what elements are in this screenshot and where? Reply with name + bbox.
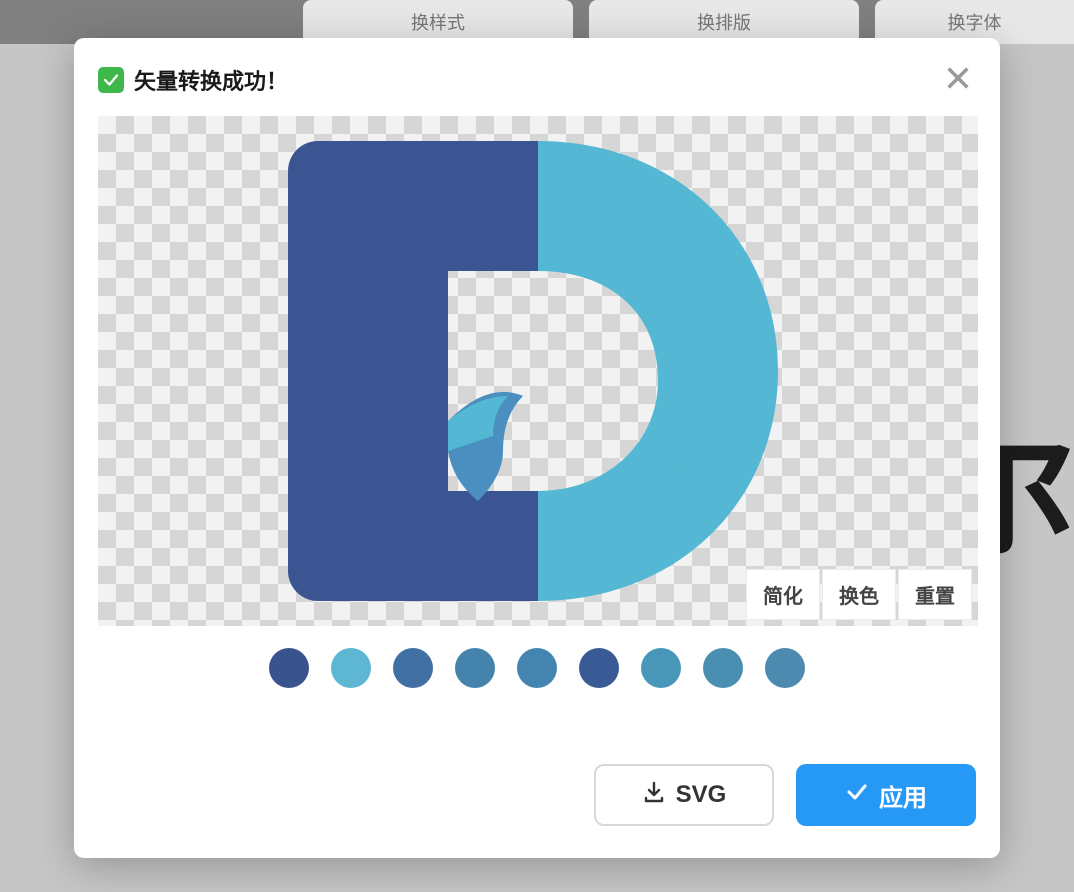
- bg-tab-label: 换排版: [697, 9, 751, 35]
- download-svg-button[interactable]: SVG: [594, 764, 774, 826]
- success-check-icon: [98, 67, 124, 93]
- color-swatch[interactable]: [393, 648, 433, 688]
- recolor-button[interactable]: 换色: [822, 569, 896, 620]
- apply-label: 应用: [879, 778, 927, 813]
- vector-result-modal: 矢量转换成功！ 简化 换色: [74, 38, 1000, 858]
- reset-button[interactable]: 重置: [898, 569, 972, 620]
- modal-title-wrap: 矢量转换成功！: [98, 64, 288, 96]
- bg-tab-label: 换样式: [411, 9, 465, 35]
- apply-button[interactable]: 应用: [796, 764, 976, 826]
- color-swatch[interactable]: [703, 648, 743, 688]
- color-swatch[interactable]: [455, 648, 495, 688]
- download-icon: [642, 780, 666, 811]
- close-button[interactable]: [940, 62, 976, 98]
- color-swatch[interactable]: [579, 648, 619, 688]
- color-swatch[interactable]: [331, 648, 371, 688]
- color-swatch[interactable]: [269, 648, 309, 688]
- preview-canvas: 简化 换色 重置: [98, 116, 978, 626]
- modal-title: 矢量转换成功！: [134, 64, 288, 96]
- modal-header: 矢量转换成功！: [98, 62, 976, 98]
- check-icon: [845, 780, 869, 811]
- bg-tab-label: 换字体: [948, 9, 1002, 35]
- color-swatch[interactable]: [641, 648, 681, 688]
- download-svg-label: SVG: [676, 781, 727, 809]
- modal-footer: SVG 应用: [98, 764, 976, 826]
- color-swatch-row: [98, 648, 976, 688]
- color-swatch[interactable]: [765, 648, 805, 688]
- simplify-button[interactable]: 简化: [746, 569, 820, 620]
- color-swatch[interactable]: [517, 648, 557, 688]
- preview-tool-group: 简化 换色 重置: [746, 569, 972, 620]
- close-icon: [944, 64, 972, 97]
- vector-preview-logo: [278, 111, 798, 631]
